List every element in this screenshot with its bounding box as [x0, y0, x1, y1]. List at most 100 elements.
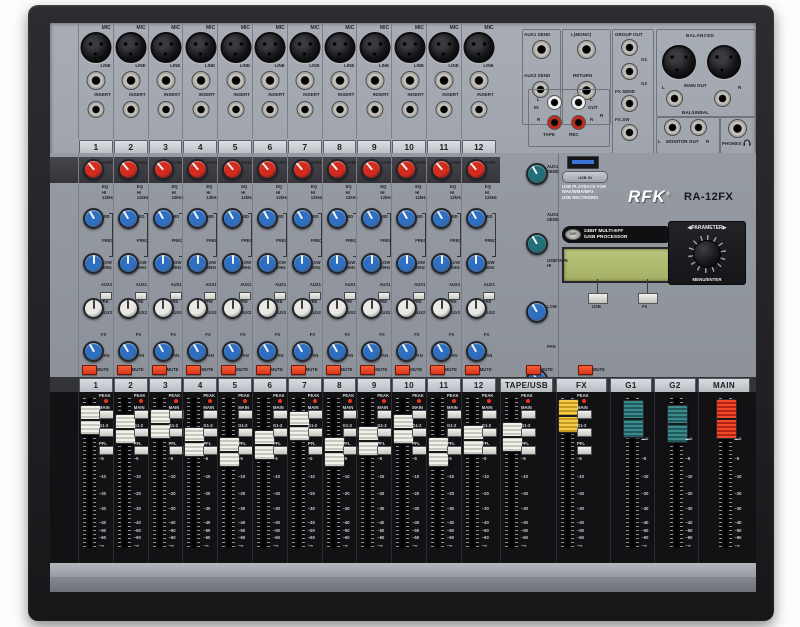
tape-usb-aux1-send-knob[interactable]: [526, 163, 548, 185]
channel-5-low-eq-knob[interactable]: [222, 341, 243, 362]
channel-3-fader-cap[interactable]: [150, 409, 171, 439]
channel-10-mid-eq-knob[interactable]: [396, 253, 417, 274]
channel-4-hi-eq-knob[interactable]: [187, 208, 208, 229]
channel-6-hi-eq-knob[interactable]: [257, 208, 278, 229]
channel-10-hi-eq-knob[interactable]: [396, 208, 417, 229]
channel-10-fader-main-button[interactable]: [412, 410, 427, 419]
channel-10-low-eq-knob[interactable]: [396, 341, 417, 362]
channel-6-low-eq-knob[interactable]: [257, 341, 278, 362]
channel-4-fader-pfl-button[interactable]: [203, 446, 218, 455]
channel-1-fader-cap[interactable]: [80, 405, 101, 435]
tape-usb-mute-button[interactable]: [526, 365, 541, 375]
channel-10-fader-cap[interactable]: [393, 414, 414, 444]
channel-2-low-eq-knob[interactable]: [118, 341, 139, 362]
channel-5-gain-knob[interactable]: [222, 159, 243, 180]
tape-usb-fader-g12-button[interactable]: [521, 428, 536, 437]
channel-9-mid-eq-knob[interactable]: [361, 253, 382, 274]
channel-6-fader-main-button[interactable]: [273, 410, 288, 419]
channel-12-mute-button[interactable]: [465, 365, 480, 375]
tape-usb-fader-cap[interactable]: [502, 422, 523, 452]
channel-1-low-eq-knob[interactable]: [83, 341, 104, 362]
channel-9-fader-main-button[interactable]: [377, 410, 392, 419]
channel-4-mute-button[interactable]: [186, 365, 201, 375]
channel-12-low-eq-knob[interactable]: [466, 341, 487, 362]
channel-7-mid-eq-knob[interactable]: [292, 253, 313, 274]
channel-9-fader-pfl-button[interactable]: [377, 446, 392, 455]
channel-9-low-eq-knob[interactable]: [361, 341, 382, 362]
channel-7-hi-eq-knob[interactable]: [292, 208, 313, 229]
channel-8-hi-eq-knob[interactable]: [327, 208, 348, 229]
channel-2-fader-main-button[interactable]: [134, 410, 149, 419]
channel-12-gain-knob[interactable]: [466, 159, 487, 180]
tape-usb-usb-tape-hi-knob[interactable]: [526, 301, 548, 323]
channel-10-fader-pfl-button[interactable]: [412, 446, 427, 455]
channel-8-mid-eq-knob[interactable]: [327, 253, 348, 274]
channel-6-gain-knob[interactable]: [257, 159, 278, 180]
channel-8-gain-knob[interactable]: [327, 159, 348, 180]
fx-fader-cap[interactable]: [558, 399, 579, 433]
channel-2-fader-g12-button[interactable]: [134, 428, 149, 437]
channel-1-gain-knob[interactable]: [83, 159, 104, 180]
channel-11-fader-main-button[interactable]: [447, 410, 462, 419]
usb-port[interactable]: [567, 156, 599, 169]
channel-6-fader-cap[interactable]: [254, 430, 275, 460]
channel-7-mute-button[interactable]: [291, 365, 306, 375]
menu-enter-knob[interactable]: [688, 235, 726, 273]
channel-6-mid-eq-knob[interactable]: [257, 253, 278, 274]
channel-8-mute-button[interactable]: [326, 365, 341, 375]
channel-4-fader-cap[interactable]: [184, 427, 205, 457]
channel-4-fader-main-button[interactable]: [203, 410, 218, 419]
channel-3-hi-eq-knob[interactable]: [153, 208, 174, 229]
channel-4-gain-knob[interactable]: [187, 159, 208, 180]
channel-8-fader-cap[interactable]: [324, 437, 345, 467]
channel-10-mute-button[interactable]: [395, 365, 410, 375]
channel-11-hi-eq-knob[interactable]: [431, 208, 452, 229]
channel-2-mute-button[interactable]: [117, 365, 132, 375]
channel-9-gain-knob[interactable]: [361, 159, 382, 180]
channel-2-hi-eq-knob[interactable]: [118, 208, 139, 229]
channel-11-fader-g12-button[interactable]: [447, 428, 462, 437]
channel-12-fader-cap[interactable]: [463, 425, 484, 455]
channel-11-low-eq-knob[interactable]: [431, 341, 452, 362]
channel-3-fader-main-button[interactable]: [169, 410, 184, 419]
channel-7-gain-knob[interactable]: [292, 159, 313, 180]
channel-2-gain-knob[interactable]: [118, 159, 139, 180]
channel-11-fader-pfl-button[interactable]: [447, 446, 462, 455]
fx-mute-button[interactable]: [578, 365, 593, 375]
channel-9-fader-g12-button[interactable]: [377, 428, 392, 437]
channel-1-mute-button[interactable]: [82, 365, 97, 375]
channel-1-mid-eq-knob[interactable]: [83, 253, 104, 274]
channel-6-fader-g12-button[interactable]: [273, 428, 288, 437]
channel-7-fader-pfl-button[interactable]: [308, 446, 323, 455]
channel-8-low-eq-knob[interactable]: [327, 341, 348, 362]
channel-10-gain-knob[interactable]: [396, 159, 417, 180]
channel-11-mute-button[interactable]: [430, 365, 445, 375]
channel-9-fader-cap[interactable]: [358, 426, 379, 456]
g1-fader-cap[interactable]: [623, 400, 644, 438]
channel-5-fader-main-button[interactable]: [238, 410, 253, 419]
lcd-fx-button[interactable]: [638, 293, 658, 304]
channel-8-fader-g12-button[interactable]: [343, 428, 358, 437]
channel-6-fader-pfl-button[interactable]: [273, 446, 288, 455]
fx-fader-main-button[interactable]: [577, 410, 592, 419]
channel-5-fader-g12-button[interactable]: [238, 428, 253, 437]
channel-5-fader-pfl-button[interactable]: [238, 446, 253, 455]
channel-10-fader-g12-button[interactable]: [412, 428, 427, 437]
channel-5-mid-eq-knob[interactable]: [222, 253, 243, 274]
tape-usb-fader-main-button[interactable]: [521, 410, 536, 419]
channel-7-fader-g12-button[interactable]: [308, 428, 323, 437]
main-fader-cap[interactable]: [716, 399, 737, 439]
channel-4-low-eq-knob[interactable]: [187, 341, 208, 362]
channel-3-fader-g12-button[interactable]: [169, 428, 184, 437]
channel-12-fader-pfl-button[interactable]: [482, 446, 497, 455]
fx-fader-g12-button[interactable]: [577, 428, 592, 437]
channel-11-fader-cap[interactable]: [428, 437, 449, 467]
channel-8-fader-pfl-button[interactable]: [343, 446, 358, 455]
channel-11-gain-knob[interactable]: [431, 159, 452, 180]
channel-1-hi-eq-knob[interactable]: [83, 208, 104, 229]
channel-2-mid-eq-knob[interactable]: [118, 253, 139, 274]
channel-4-fader-g12-button[interactable]: [203, 428, 218, 437]
channel-7-fader-main-button[interactable]: [308, 410, 323, 419]
channel-12-mid-eq-knob[interactable]: [466, 253, 487, 274]
channel-12-hi-eq-knob[interactable]: [466, 208, 487, 229]
